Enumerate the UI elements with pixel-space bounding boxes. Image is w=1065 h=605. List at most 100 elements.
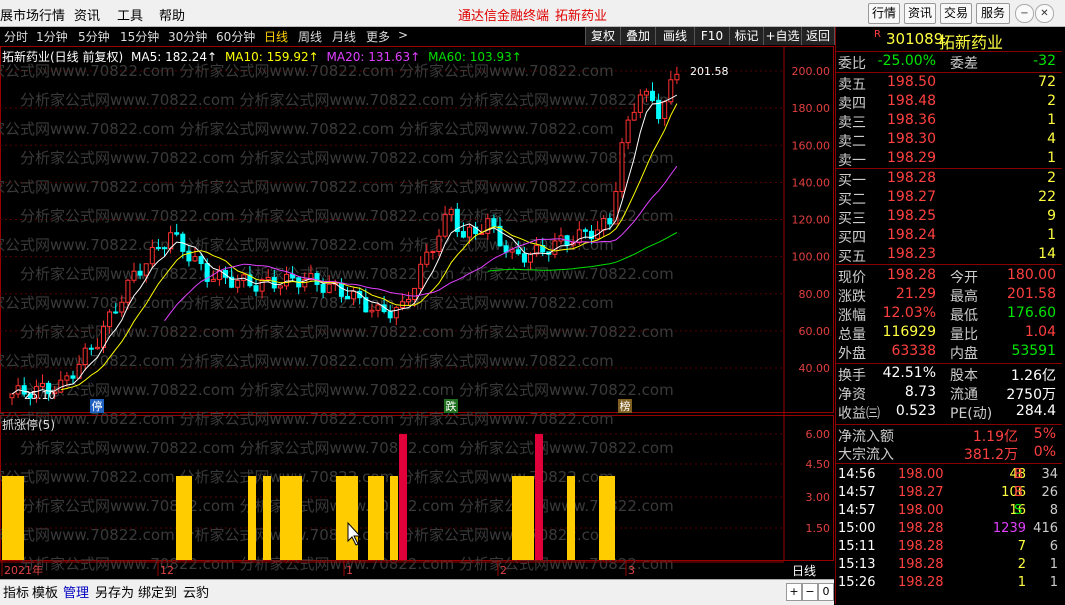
day-line-label: 日线 (792, 562, 832, 578)
quote-label: 现价 (838, 270, 866, 286)
signal-bar (368, 476, 384, 560)
trade-time: 15:13 (838, 557, 876, 572)
candle-body (210, 279, 216, 282)
sub-y-tick-label: 1.50 (806, 522, 831, 535)
candle-body (607, 218, 613, 225)
menu-market[interactable]: 展市场行情 (0, 5, 65, 24)
quote-value-2: 1.04 (1024, 324, 1056, 340)
period-tab-9[interactable]: 更多 (366, 28, 390, 45)
fund-label-2: 股本 (950, 368, 978, 384)
menu-news[interactable]: 资讯 (74, 5, 100, 24)
kline-chart[interactable]: 200.00180.00160.00140.00120.00100.0080.0… (0, 46, 834, 578)
trade-price: 198.28 (898, 521, 944, 536)
candle-body (320, 283, 326, 293)
zoom-out-button[interactable]: − (802, 583, 818, 601)
menu-tools[interactable]: 工具 (117, 5, 143, 24)
period-tab-8[interactable]: 月线 (332, 28, 356, 45)
tab-bind-to[interactable]: 绑定到 (138, 582, 177, 601)
period-tab-4[interactable]: 30分钟 (168, 28, 207, 45)
tool-button-3[interactable]: F10 (694, 27, 730, 45)
ask-price: 198.50 (887, 74, 936, 90)
trade-side: B (1014, 467, 1023, 482)
period-tab-5[interactable]: 60分钟 (216, 28, 255, 45)
ask-row: 卖二 198.30 4 (836, 131, 1058, 150)
tool-button-2[interactable]: 画线 (655, 27, 695, 45)
x-tick-label: 2 (500, 564, 507, 577)
low-price-label: 25.10 (24, 389, 56, 402)
flow-label: 净流入额 (838, 429, 894, 445)
tool-button-1[interactable]: 叠加 (620, 27, 656, 45)
tab-save-as[interactable]: 另存为 (95, 582, 134, 601)
watermark: 分析家公式网www.70822.com 分析家公式网www.70822.com … (0, 352, 614, 370)
minimize-icon[interactable]: − (1015, 4, 1034, 23)
y-tick-label: 180.00 (792, 102, 831, 115)
bid-row: 买一 198.28 2 (836, 170, 1058, 189)
quote-row: 现价 198.28 今开 180.00 (836, 267, 1058, 286)
tab-template[interactable]: 模板 (32, 582, 58, 601)
trade-row: 15:00 198.28 1239 416 (836, 521, 1062, 539)
period-tab-0[interactable]: 分时 (4, 28, 28, 45)
candle-body (393, 306, 399, 319)
flow-row: 大宗流入 381.2万 0% (836, 444, 1058, 463)
ma10-label: MA10: 159.92↑ (224, 50, 319, 64)
bid-label: 买五 (838, 249, 866, 265)
fund-label: 收益㈢ (838, 406, 880, 422)
tool-button-6[interactable]: 返回 (801, 27, 835, 45)
candle-body (521, 253, 527, 263)
trade-button[interactable]: 交易 (940, 3, 972, 24)
tool-button-0[interactable]: 复权 (585, 27, 621, 45)
close-icon[interactable]: ✕ (1035, 4, 1054, 23)
candle-body (265, 276, 271, 281)
watermark: 分析家公式网www.70822.com 分析家公式网www.70822.com … (20, 207, 674, 225)
candle-body (430, 251, 436, 254)
quote-label-2: 最高 (950, 289, 978, 305)
watermark: 分析家公式网www.70822.com 分析家公式网www.70822.com … (20, 439, 674, 457)
bid-price: 198.25 (887, 208, 936, 224)
chart-area[interactable]: 200.00 180.00 160.00 140.00 120.00 100.00 80.0… (0, 46, 834, 578)
bid-volume: 2 (1047, 170, 1056, 186)
candle-body (259, 279, 265, 292)
candle-body (82, 347, 88, 365)
candle-body (192, 256, 198, 262)
period-tab-2[interactable]: 5分钟 (78, 28, 110, 45)
sub-y-tick-label: 4.50 (806, 458, 831, 471)
period-tab-7[interactable]: 周线 (298, 28, 322, 45)
x-tick-label: 3 (628, 564, 635, 577)
candle-body (88, 347, 94, 350)
watermark: 分析家公式网www.70822.com 分析家公式网www.70822.com … (20, 265, 674, 283)
candle-body (497, 225, 503, 247)
candle-body (198, 256, 204, 265)
quote-button[interactable]: 行情 (868, 3, 900, 24)
trade-row: 14:57 198.00 16 S 8 (836, 503, 1062, 521)
bid-volume: 14 (1038, 246, 1056, 262)
ask-price: 198.30 (887, 131, 936, 147)
bid-label: 买四 (838, 230, 866, 246)
reset-zoom-button[interactable]: 0 (818, 583, 834, 601)
service-button[interactable]: 服务 (976, 3, 1010, 24)
news-button[interactable]: 资讯 (904, 3, 936, 24)
candle-body (277, 285, 283, 289)
quote-value: 63338 (891, 343, 936, 359)
candle-body (137, 270, 143, 276)
signal-bar (263, 476, 271, 560)
more-arrow-icon[interactable]: > (398, 28, 408, 42)
period-tab-3[interactable]: 15分钟 (120, 28, 159, 45)
tab-cloud[interactable]: 云豹 (183, 582, 209, 601)
trade-price: 198.27 (898, 485, 944, 500)
candle-body (70, 375, 76, 379)
period-tab-1[interactable]: 1分钟 (36, 28, 68, 45)
candle-body (58, 379, 64, 393)
sub-y-tick-label: 6.00 (806, 428, 831, 441)
candle-body (515, 249, 521, 255)
candle-body (235, 279, 241, 288)
candle-body (40, 382, 45, 388)
zoom-in-button[interactable]: + (786, 583, 802, 601)
bid-volume: 9 (1047, 208, 1056, 224)
tool-button-4[interactable]: 标记 (729, 27, 764, 45)
menu-help[interactable]: 帮助 (159, 5, 185, 24)
tab-indicator[interactable]: 指标 (3, 582, 29, 601)
tool-button-5[interactable]: +自选 (763, 27, 802, 45)
ask-label: 卖一 (838, 153, 866, 169)
tab-manage[interactable]: 管理 (63, 582, 89, 601)
period-tab-6[interactable]: 日线 (264, 28, 288, 45)
